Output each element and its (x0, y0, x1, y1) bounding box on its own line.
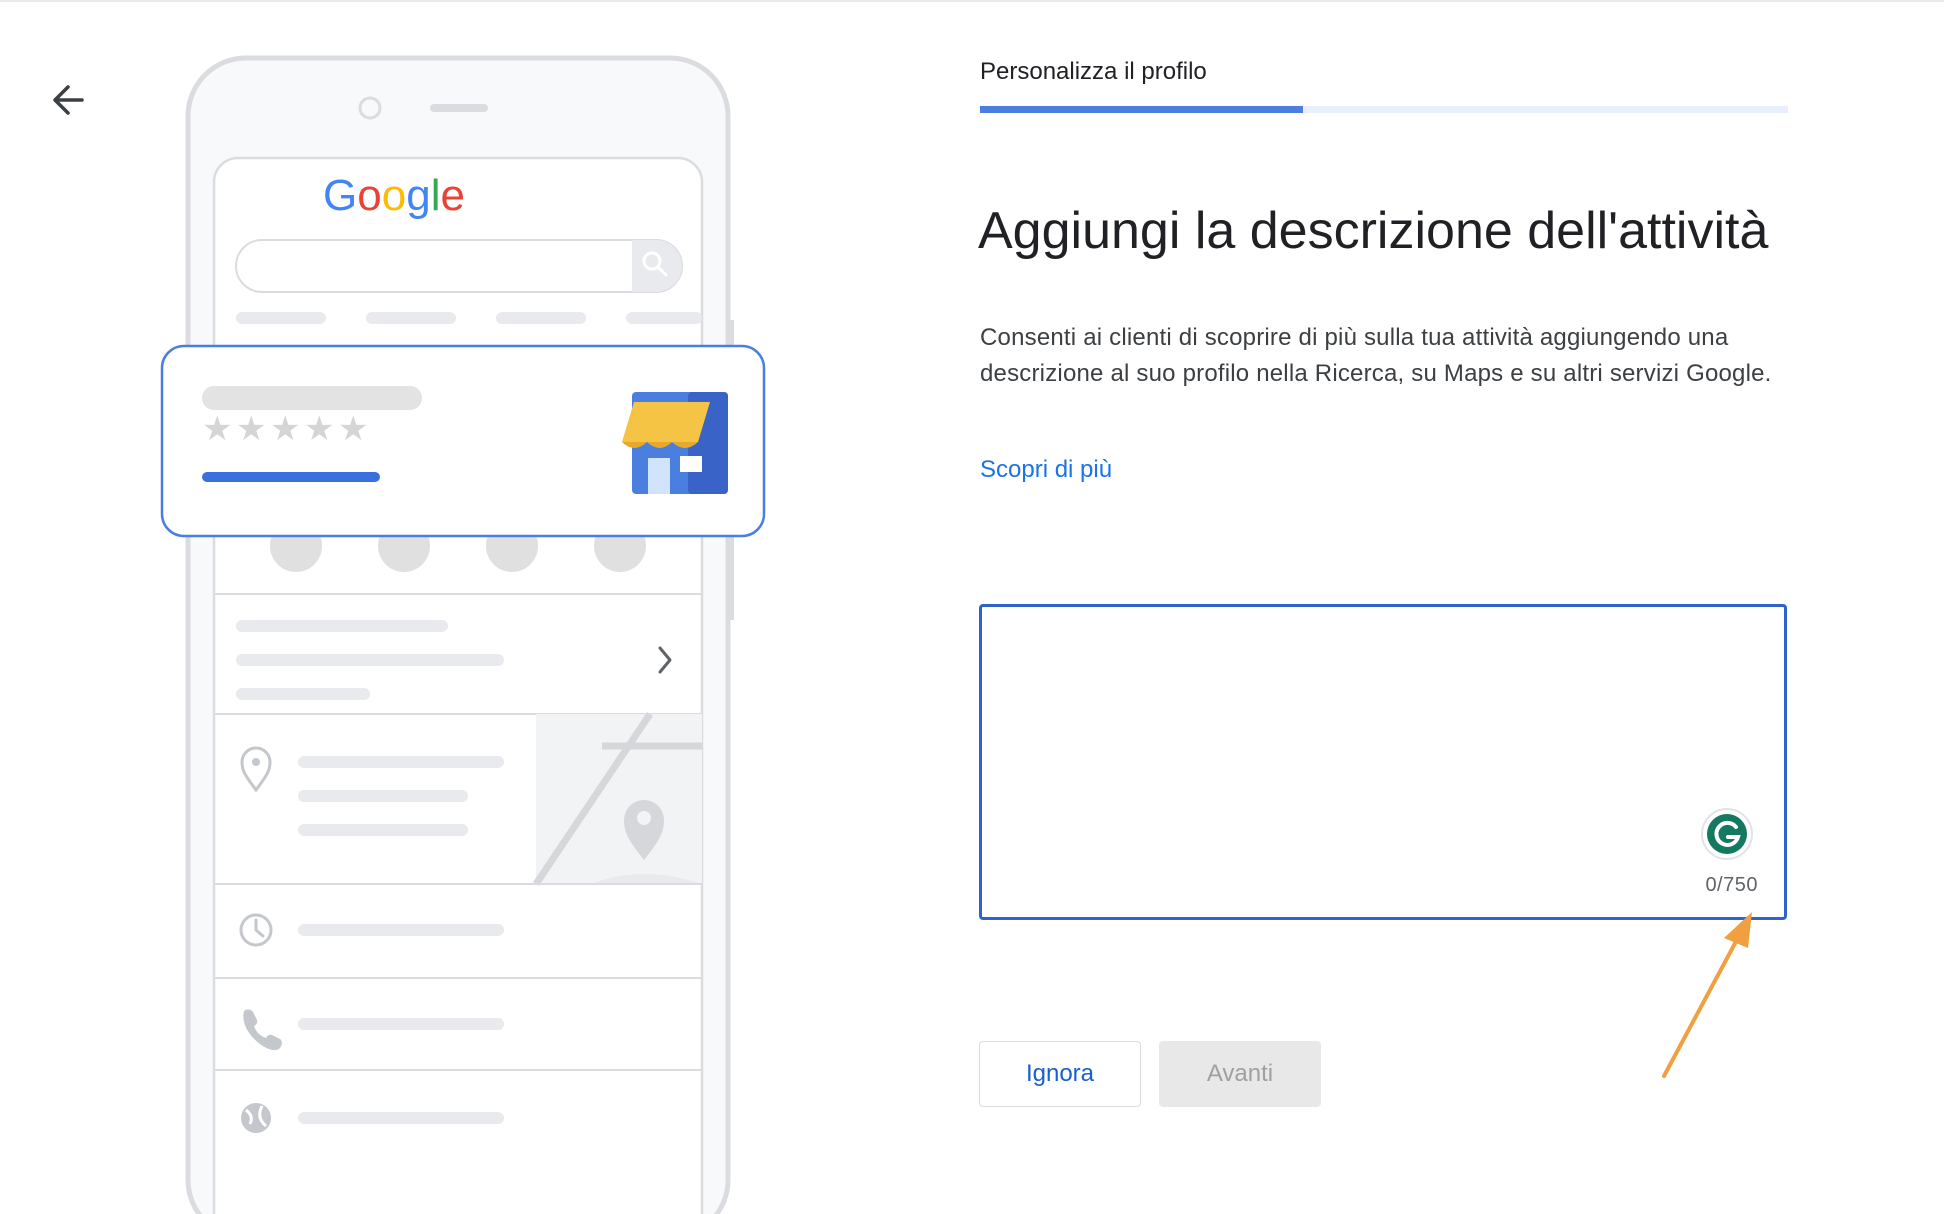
phone-screen: Google (212, 156, 734, 1214)
learn-more-link[interactable]: Scopri di più (980, 456, 1112, 484)
top-divider (0, 0, 1944, 2)
svg-text:★: ★ (270, 409, 300, 449)
website-line (298, 1112, 504, 1124)
page-description: Consenti ai clienti di scoprire di più s… (980, 324, 1772, 387)
map-thumbnail (533, 712, 702, 886)
business-name-placeholder (202, 386, 422, 410)
search-bar (235, 239, 683, 293)
grammarly-icon[interactable] (1700, 807, 1754, 861)
svg-text:★: ★ (304, 409, 334, 449)
page-title: Aggiungi la descrizione dell'attività (978, 202, 1769, 260)
profile-illustration: Google ★ ★ ★ ★ ★ (150, 50, 790, 1214)
google-logo: Google (323, 171, 465, 220)
storefront-icon (622, 392, 728, 494)
svg-text:★: ★ (236, 409, 266, 449)
speaker-icon (430, 104, 488, 112)
rating-stars: ★ ★ ★ ★ ★ (202, 409, 368, 449)
business-card: ★ ★ ★ ★ ★ (160, 344, 766, 538)
svg-text:★: ★ (338, 409, 368, 449)
phone-line (298, 1018, 504, 1030)
globe-icon (241, 1103, 271, 1133)
progress-fill (980, 106, 1304, 113)
annotation-arrow-icon (1652, 904, 1762, 1084)
description-input[interactable] (982, 607, 1784, 917)
description-field: 0/750 (979, 604, 1787, 920)
arrow-back-icon (53, 85, 84, 115)
hours-line (298, 924, 504, 936)
back-button[interactable] (44, 76, 100, 124)
reviews-bar (202, 472, 380, 482)
next-button[interactable]: Avanti (1159, 1041, 1321, 1107)
ignore-button[interactable]: Ignora (979, 1041, 1141, 1107)
step-label: Personalizza il profilo (980, 58, 1207, 85)
character-counter: 0/750 (1705, 874, 1758, 896)
svg-text:★: ★ (202, 409, 232, 449)
progress-bar (980, 106, 1788, 113)
